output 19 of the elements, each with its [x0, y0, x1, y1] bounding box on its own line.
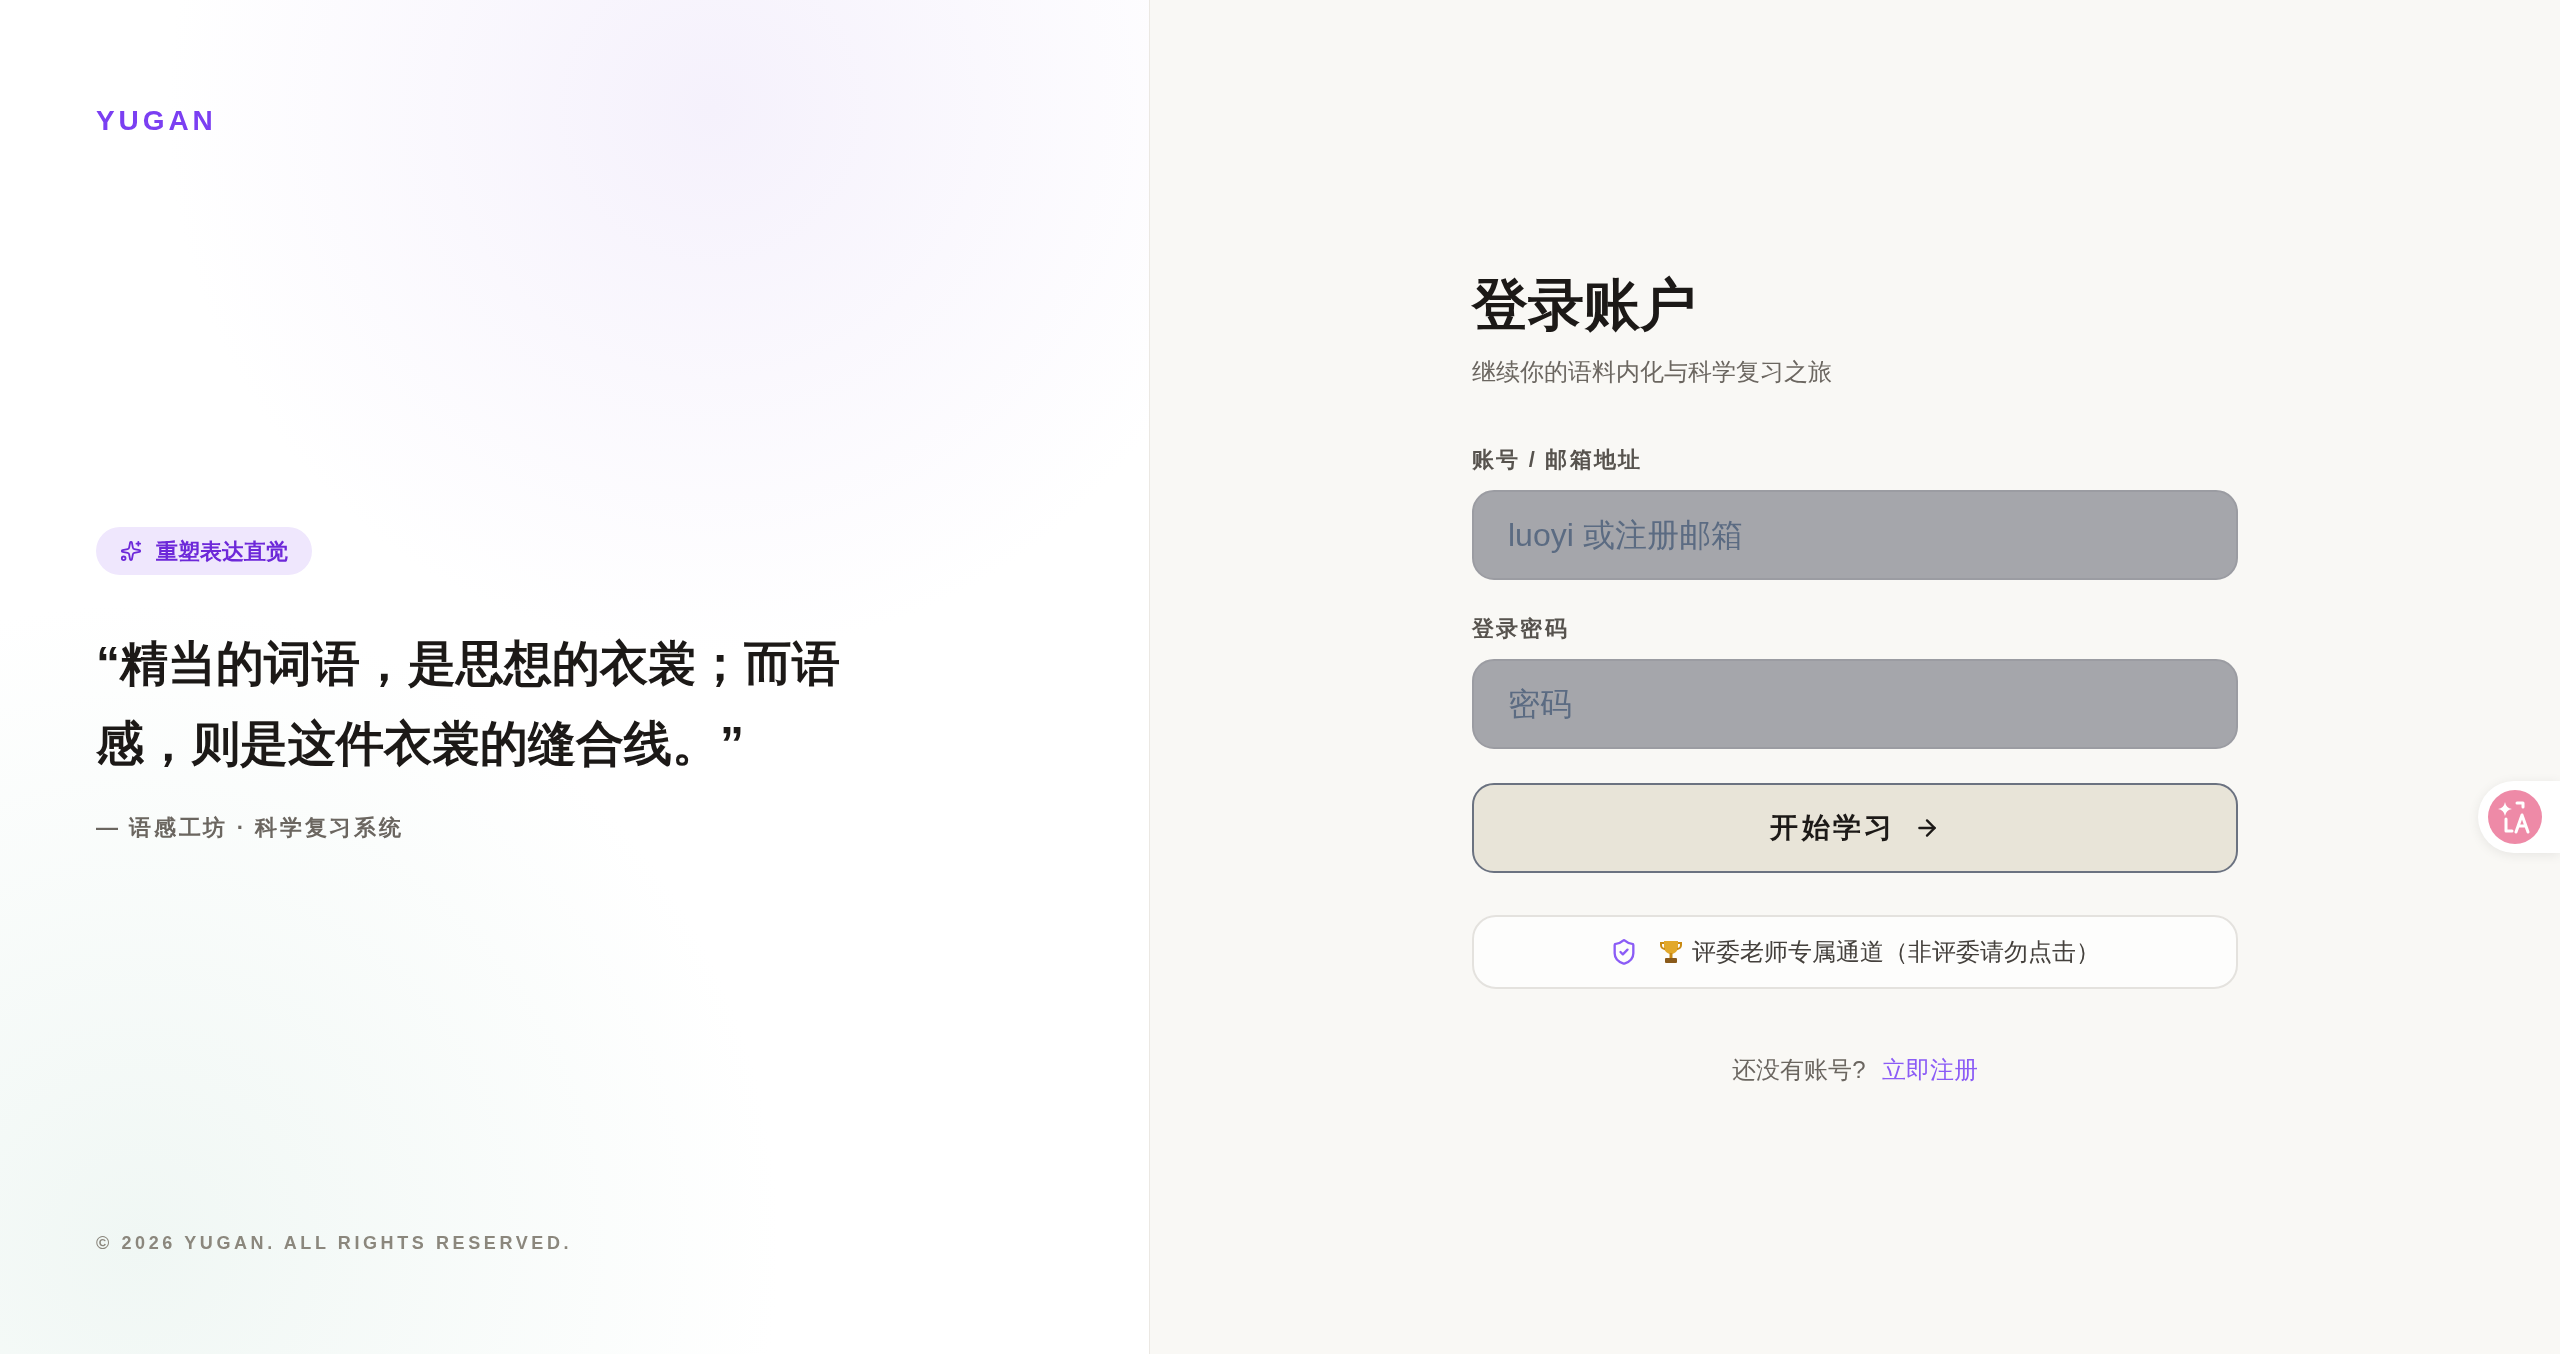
trophy-icon — [1660, 940, 1682, 964]
signup-prompt: 还没有账号? — [1732, 1055, 1866, 1085]
login-title: 登录账户 — [1472, 272, 1696, 338]
quote-text: “精当的词语，是思想的衣裳；而语感，则是这件衣裳的缝合线。” — [96, 636, 841, 772]
input-field[interactable]: luoyi 或注册邮箱 — [1472, 490, 2238, 580]
signup-link[interactable]: 立即注册 — [1881, 1053, 1978, 1087]
start-learning-button[interactable]: 开始学习 — [1472, 783, 2238, 873]
quote-attribution: — 语感工坊 · 科学复习系统 — [96, 814, 404, 842]
judge-channel-button[interactable]: 评委老师专属通道（非评委请勿点击） — [1472, 915, 2238, 989]
translate-side-tab[interactable] — [2478, 781, 2560, 853]
input-field[interactable]: 密码 — [1472, 659, 2238, 749]
copyright-text: © 2026 YUGAN. ALL RIGHTS RESERVED. — [96, 1232, 573, 1255]
sparkles-icon — [120, 540, 142, 562]
login-subtitle: 继续你的语料内化与科学复习之旅 — [1472, 357, 1832, 387]
tagline-badge: 重塑表达直觉 — [96, 527, 312, 575]
field-label: 账号 / 邮箱地址 — [1472, 446, 1643, 474]
translate-icon[interactable] — [2488, 790, 2542, 844]
brand-logo: YUGAN — [96, 104, 217, 138]
field-label: 登录密码 — [1472, 615, 1569, 643]
